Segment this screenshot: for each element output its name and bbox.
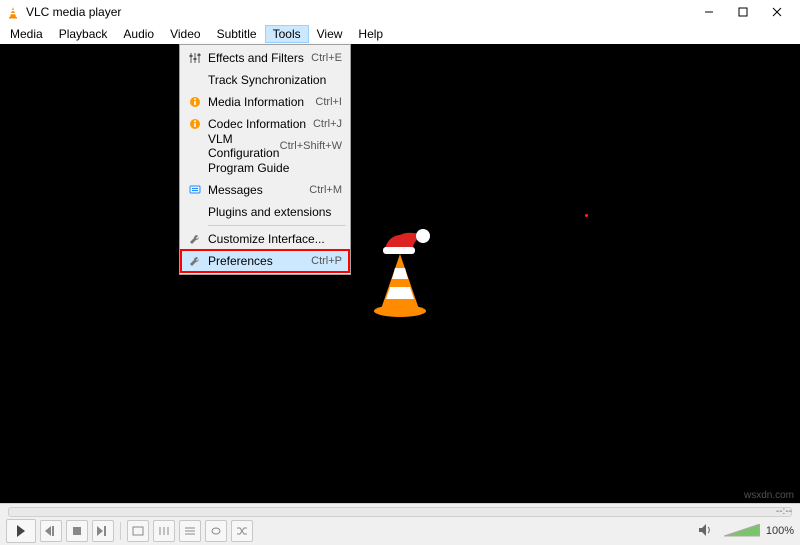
menu-media-info[interactable]: Media Information Ctrl+I <box>182 91 348 113</box>
menu-item-label: Codec Information <box>204 117 313 131</box>
maximize-button[interactable] <box>726 1 760 23</box>
playlist-button[interactable] <box>179 520 201 542</box>
menu-help[interactable]: Help <box>350 25 391 43</box>
play-button[interactable] <box>6 519 36 543</box>
menu-customize-interface[interactable]: Customize Interface... <box>182 228 348 250</box>
menu-item-shortcut: Ctrl+J <box>313 118 344 130</box>
shuffle-button[interactable] <box>231 520 253 542</box>
menu-messages[interactable]: Messages Ctrl+M <box>182 179 348 201</box>
controls-row: 100% <box>0 517 800 545</box>
next-button[interactable] <box>92 520 114 542</box>
seek-bar[interactable] <box>8 507 792 517</box>
info-icon <box>186 118 204 130</box>
bottom-bar: --:-- --:-- 100% <box>0 503 800 545</box>
menu-item-shortcut: Ctrl+P <box>311 255 344 267</box>
menu-item-shortcut: Ctrl+Shift+W <box>280 140 344 152</box>
stop-button[interactable] <box>66 520 88 542</box>
menu-media[interactable]: Media <box>2 25 51 43</box>
menu-tools[interactable]: Tools <box>265 25 309 43</box>
menu-item-label: Plugins and extensions <box>204 205 342 219</box>
menu-item-shortcut: Ctrl+M <box>309 184 344 196</box>
app-icon <box>6 5 20 19</box>
window-buttons <box>692 1 794 23</box>
menu-separator <box>208 225 346 226</box>
menu-audio[interactable]: Audio <box>115 25 162 43</box>
messages-icon <box>186 184 204 196</box>
menu-program-guide[interactable]: Program Guide <box>182 157 348 179</box>
watermark: wsxdn.com <box>744 490 794 501</box>
menu-item-label: Track Synchronization <box>204 73 342 87</box>
menu-item-shortcut: Ctrl+I <box>315 96 344 108</box>
menu-item-label: Preferences <box>204 254 311 268</box>
menu-effects-filters[interactable]: Effects and Filters Ctrl+E <box>182 47 348 69</box>
menu-playback[interactable]: Playback <box>51 25 116 43</box>
wrench-icon <box>186 233 204 245</box>
menu-item-label: VLM Configuration <box>204 132 280 160</box>
close-button[interactable] <box>760 1 794 23</box>
time-total: --:-- <box>776 506 792 517</box>
menu-subtitle[interactable]: Subtitle <box>209 25 265 43</box>
loop-button[interactable] <box>205 520 227 542</box>
menubar: Media Playback Audio Video Subtitle Tool… <box>0 24 800 44</box>
window-title: VLC media player <box>26 5 692 19</box>
volume-percent: 100% <box>766 525 794 537</box>
menu-item-label: Messages <box>204 183 309 197</box>
control-separator <box>120 522 121 540</box>
minimize-button[interactable] <box>692 1 726 23</box>
menu-item-label: Customize Interface... <box>204 232 342 246</box>
video-area[interactable] <box>0 44 800 503</box>
menu-video[interactable]: Video <box>162 25 208 43</box>
pointer-dot <box>585 214 588 217</box>
menu-preferences[interactable]: Preferences Ctrl+P <box>182 250 348 272</box>
menu-track-sync[interactable]: Track Synchronization <box>182 69 348 91</box>
menu-vlm-config[interactable]: VLM Configuration Ctrl+Shift+W <box>182 135 348 157</box>
menu-item-label: Media Information <box>204 95 315 109</box>
prev-button[interactable] <box>40 520 62 542</box>
menu-view[interactable]: View <box>309 25 351 43</box>
equalizer-icon <box>186 52 204 64</box>
menu-item-label: Effects and Filters <box>204 51 311 65</box>
menu-item-shortcut: Ctrl+E <box>311 52 344 64</box>
volume-slider[interactable] <box>724 524 760 538</box>
wrench-icon <box>186 255 204 267</box>
volume-icon[interactable] <box>698 523 716 539</box>
menu-plugins[interactable]: Plugins and extensions <box>182 201 348 223</box>
titlebar: VLC media player <box>0 0 800 24</box>
vlc-cone-logo <box>365 229 435 319</box>
fullscreen-button[interactable] <box>127 520 149 542</box>
info-icon <box>186 96 204 108</box>
tools-dropdown: Effects and Filters Ctrl+E Track Synchro… <box>179 44 351 275</box>
menu-item-label: Program Guide <box>204 161 342 175</box>
extended-settings-button[interactable] <box>153 520 175 542</box>
